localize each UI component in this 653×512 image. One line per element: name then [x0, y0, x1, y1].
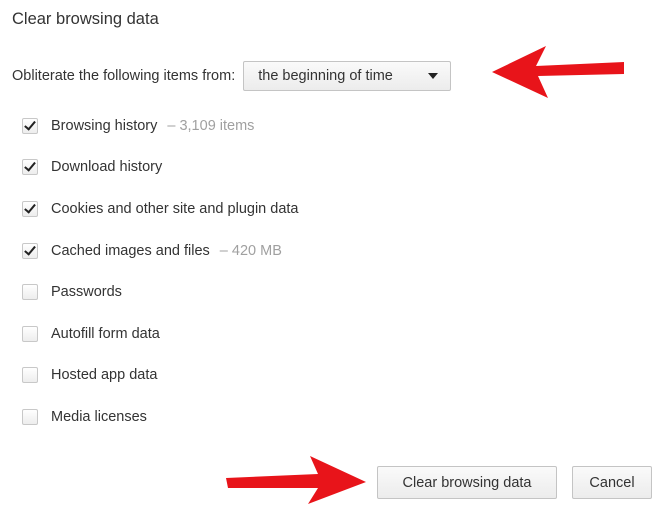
item-label: Autofill form data: [51, 325, 160, 342]
checkbox[interactable]: [22, 159, 38, 176]
checkbox[interactable]: [22, 284, 38, 301]
item-browsing-history[interactable]: Browsing history – 3,109 items: [22, 105, 298, 147]
item-cached-images[interactable]: Cached images and files – 420 MB: [22, 230, 298, 272]
item-label: Cookies and other site and plugin data: [51, 200, 299, 217]
time-range-row: Obliterate the following items from: the…: [12, 60, 452, 92]
item-detail: – 420 MB: [219, 242, 282, 259]
time-range-select[interactable]: the beginning of time: [243, 61, 452, 91]
item-hosted-app-data[interactable]: Hosted app data: [22, 355, 298, 397]
checkbox[interactable]: [22, 242, 38, 259]
item-label: Browsing history: [51, 117, 158, 134]
checkbox[interactable]: [22, 408, 38, 425]
checkbox[interactable]: [22, 367, 38, 384]
item-label: Passwords: [51, 284, 122, 301]
item-label: Hosted app data: [51, 367, 158, 384]
checkbox[interactable]: [22, 325, 38, 342]
item-label: Media licenses: [51, 408, 147, 425]
item-passwords[interactable]: Passwords: [22, 271, 298, 313]
time-range-value: the beginning of time: [258, 68, 393, 84]
item-autofill[interactable]: Autofill form data: [22, 313, 298, 355]
dialog-title: Clear browsing data: [12, 10, 159, 28]
cancel-button[interactable]: Cancel: [572, 466, 652, 499]
clear-browsing-data-button[interactable]: Clear browsing data: [377, 466, 557, 499]
item-cookies[interactable]: Cookies and other site and plugin data: [22, 188, 298, 230]
checkbox[interactable]: [22, 117, 38, 134]
chevron-down-icon: [428, 73, 439, 79]
item-download-history[interactable]: Download history: [22, 147, 298, 189]
item-detail: – 3,109 items: [167, 117, 255, 134]
annotation-arrow-to-clear-button: [226, 456, 366, 504]
data-type-list: Browsing history – 3,109 items Download …: [22, 105, 298, 438]
time-range-label: Obliterate the following items from:: [12, 68, 236, 84]
annotation-arrow-to-time-range: [492, 46, 624, 98]
checkbox[interactable]: [22, 200, 38, 217]
item-media-licenses[interactable]: Media licenses: [22, 396, 298, 438]
item-label: Download history: [51, 159, 163, 176]
item-label: Cached images and files: [51, 242, 210, 259]
